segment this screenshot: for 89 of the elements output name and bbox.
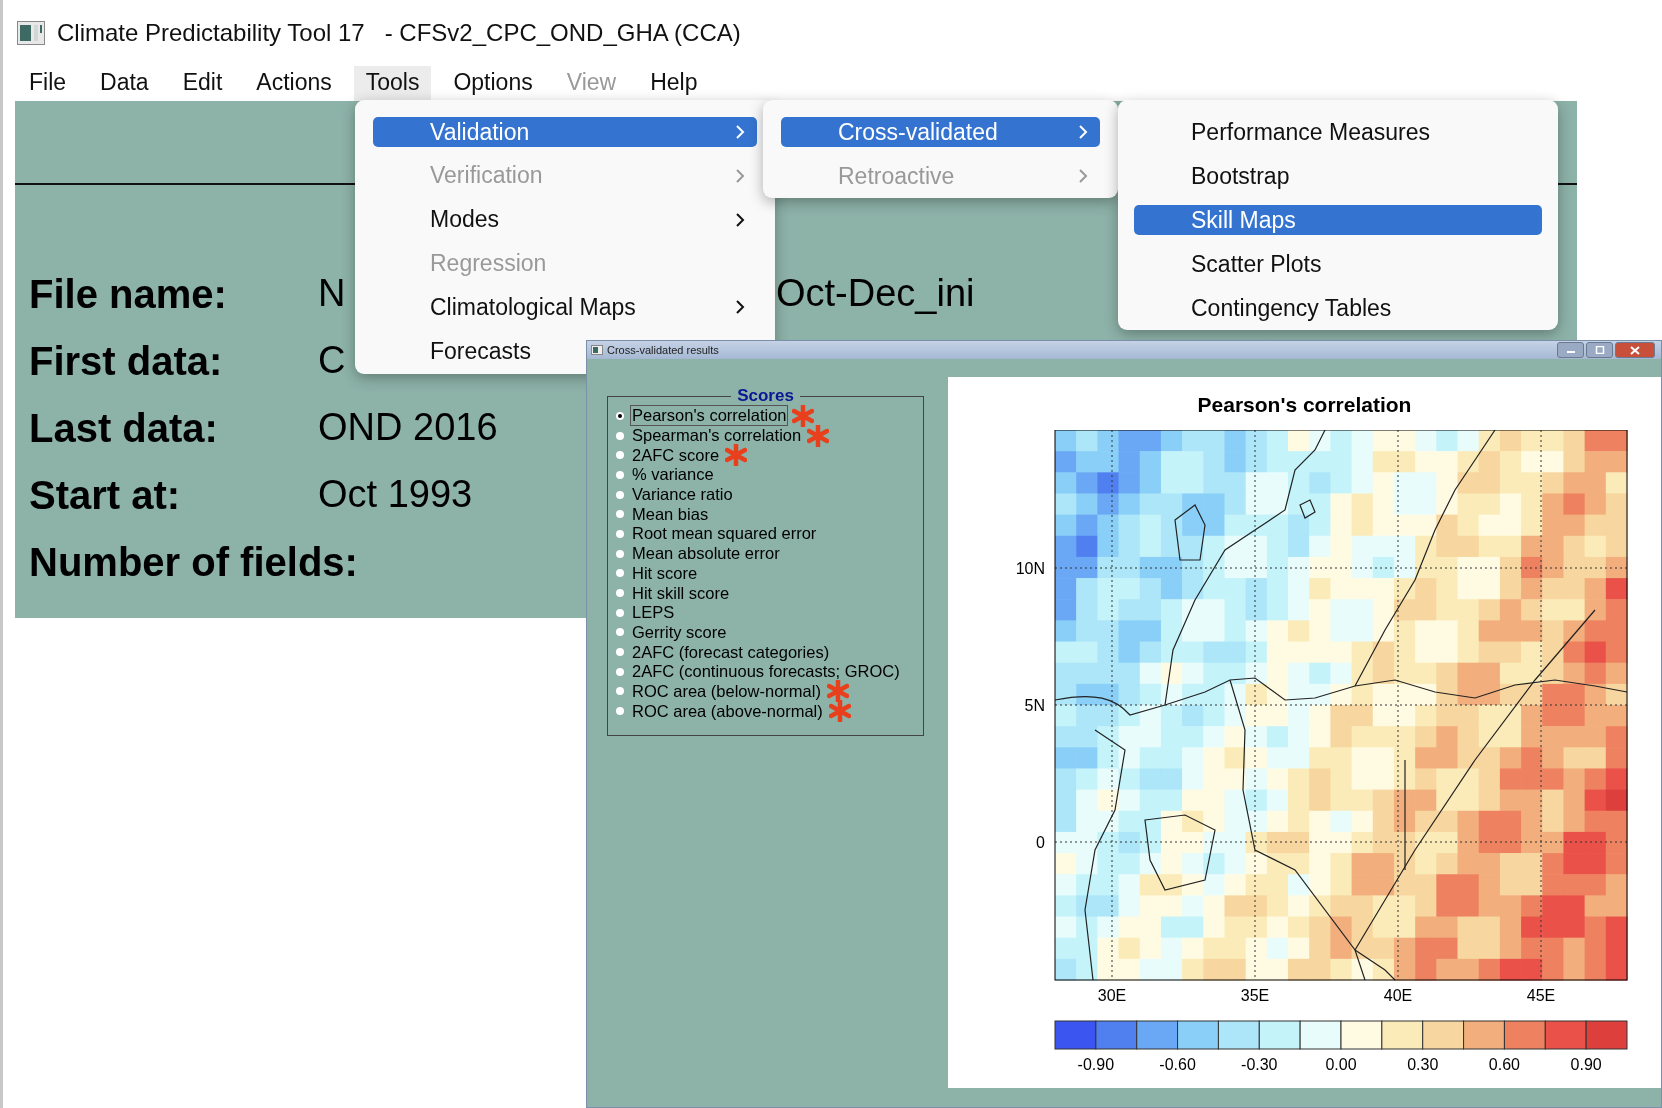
option-label[interactable]: ROC area (below-normal) (630, 680, 823, 702)
option-label[interactable]: Hit score (630, 562, 700, 584)
chevron-right-icon (735, 167, 745, 184)
window-title: Cross-validated results (607, 344, 719, 356)
minimize-button[interactable] (1557, 342, 1584, 358)
menu-item[interactable]: Data (88, 65, 161, 101)
colorbar-label: 0.60 (1488, 1056, 1520, 1073)
maximize-icon (1594, 346, 1605, 354)
option-label[interactable]: Spearman's correlation (630, 425, 804, 447)
colorbar-label: -0.60 (1159, 1056, 1196, 1073)
radio-button[interactable] (616, 648, 624, 657)
colorbar-label: -0.90 (1077, 1056, 1115, 1073)
group-title: Scores (736, 386, 795, 406)
menu-item[interactable]: Performance Measures (1134, 110, 1542, 154)
field-label: Start at: (29, 471, 181, 519)
field-label: File name: (29, 270, 227, 318)
radio-button[interactable] (616, 667, 624, 676)
radio-button[interactable] (616, 411, 624, 420)
colorbar-label: 0.90 (1570, 1056, 1602, 1073)
axis-label: 10N (1015, 560, 1045, 577)
radio-button[interactable] (616, 687, 624, 696)
colorbar-label: -0.30 (1241, 1056, 1278, 1073)
menu-item[interactable]: Help (638, 65, 710, 101)
maximize-button[interactable] (1586, 342, 1613, 358)
option-label[interactable]: % variance (630, 464, 716, 486)
radio-button[interactable] (616, 549, 624, 558)
close-button[interactable] (1615, 342, 1655, 358)
axis-label: 40E (1383, 987, 1413, 1004)
field-value: OND 2016 (318, 404, 498, 450)
menu-item[interactable]: Actions (244, 65, 344, 101)
radio-button[interactable] (616, 470, 624, 479)
menu-item[interactable]: Contingency Tables (1134, 286, 1542, 330)
axis-label: 45E (1526, 987, 1556, 1004)
option-label[interactable]: 2AFC (forecast categories) (630, 641, 832, 663)
chevron-right-icon (735, 299, 745, 316)
radio-button[interactable] (616, 431, 624, 440)
axis-label: 0 (1036, 834, 1045, 851)
chevron-right-icon (1078, 168, 1088, 184)
menu-item[interactable]: Climatological Maps (373, 285, 757, 330)
axis-label: 5N (1024, 697, 1045, 714)
axis-label: 30E (1097, 987, 1127, 1004)
option-label[interactable]: 2AFC (continuous forecasts; GROC) (630, 661, 902, 683)
option-label[interactable]: Mean bias (630, 503, 711, 525)
menu-item[interactable]: Edit (170, 65, 235, 101)
menu-item[interactable]: Validation (373, 117, 757, 147)
radio-button[interactable] (616, 510, 624, 519)
option-label[interactable]: 2AFC score (630, 444, 722, 466)
menu-item[interactable]: Options (441, 65, 545, 101)
chevron-right-icon (735, 211, 745, 228)
menu-item[interactable]: Cross-validated (781, 117, 1100, 147)
app-icon (17, 20, 45, 45)
menu-item[interactable]: Scatter Plots (1134, 242, 1542, 286)
radio-button[interactable] (616, 569, 624, 578)
radio-button[interactable] (616, 628, 624, 637)
option-label[interactable]: Pearson's correlation (630, 405, 789, 427)
plot-title: Pearson's correlation (1197, 393, 1412, 417)
option-label[interactable]: Hit skill score (630, 582, 732, 604)
menu-item[interactable]: Bootstrap (1134, 154, 1542, 198)
app-icon (591, 345, 603, 355)
menu-item[interactable]: Tools (353, 65, 432, 101)
menu-item[interactable]: Modes (373, 197, 757, 242)
field-value: Oct-Dec_ini (776, 270, 975, 316)
radio-button[interactable] (616, 451, 624, 460)
radio-button[interactable] (616, 529, 624, 538)
radio-button[interactable] (616, 589, 624, 598)
option-label[interactable]: ROC area (above-normal) (630, 700, 825, 722)
menu-item[interactable]: Skill Maps (1134, 205, 1542, 235)
menu-item[interactable]: File (17, 65, 79, 101)
radio-button[interactable] (616, 707, 624, 716)
field-value: N (318, 270, 346, 316)
colorbar-label: 0.30 (1407, 1056, 1439, 1073)
option-label[interactable]: Root mean squared error (630, 523, 819, 545)
radio-button[interactable] (616, 490, 624, 499)
field-label: Last data: (29, 404, 218, 452)
field-value: Oct 1993 (318, 471, 473, 517)
field-label: First data: (29, 337, 223, 385)
radio-button[interactable] (616, 608, 624, 617)
close-icon (1629, 345, 1641, 355)
field-label: Number of fields: (29, 538, 358, 586)
field-value: C (318, 337, 346, 383)
option-label[interactable]: Gerrity score (630, 621, 729, 643)
option-label[interactable]: LEPS (630, 602, 677, 624)
window-title: Climate Predictability Tool 17 - CFSv2_CPC_OND_GHA (CCA) (57, 18, 741, 47)
axis-label: 35E (1240, 987, 1270, 1004)
chevron-right-icon (735, 124, 745, 140)
option-label[interactable]: Mean absolute error (630, 543, 782, 565)
colorbar-label: 0.00 (1325, 1056, 1357, 1073)
option-label[interactable]: Variance ratio (630, 484, 735, 506)
chevron-right-icon (1078, 124, 1088, 140)
